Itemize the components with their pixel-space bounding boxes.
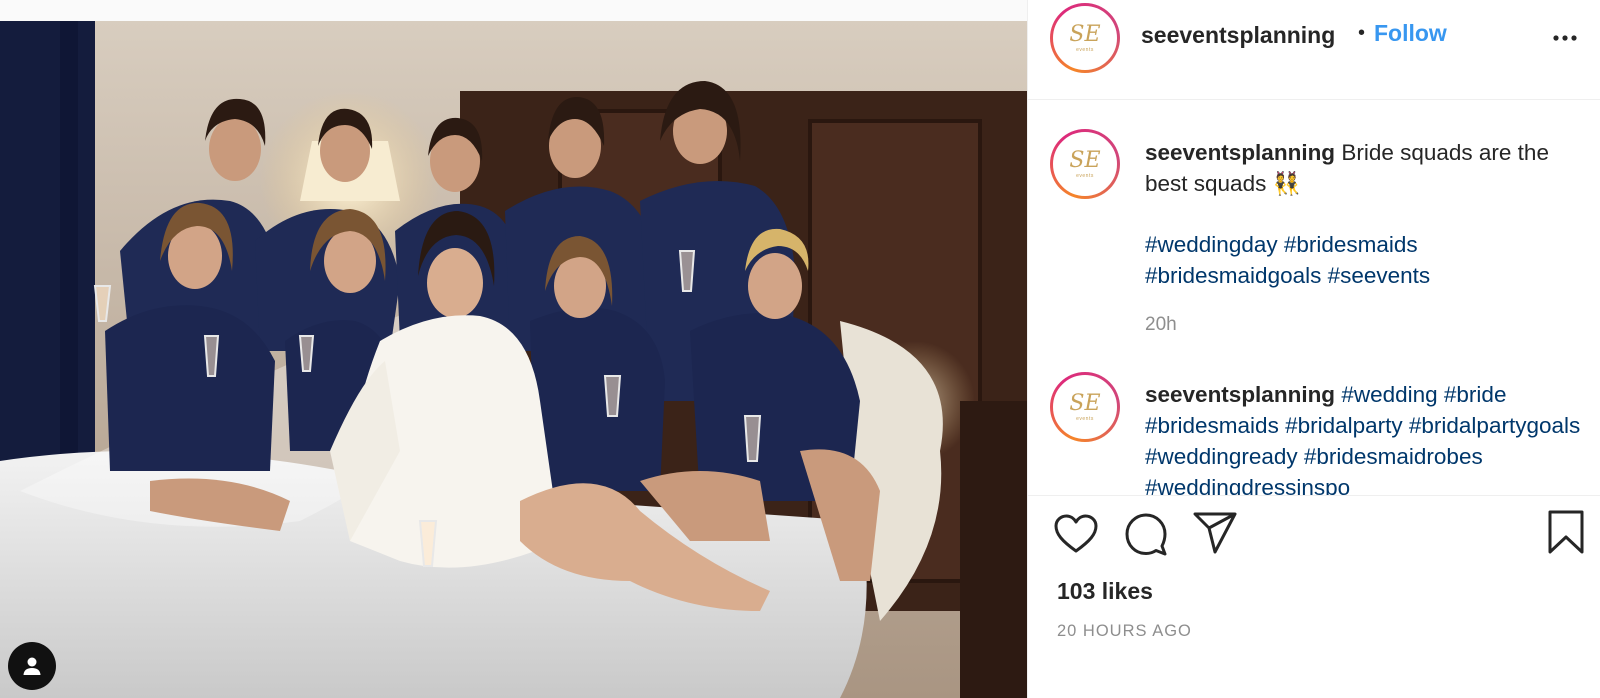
header-separator: • <box>1358 22 1366 44</box>
heart-icon[interactable] <box>1054 514 1098 554</box>
hashtag-comment-text: seeventsplanning #wedding #bride #brides… <box>1145 379 1590 495</box>
post-photo[interactable] <box>0 21 1027 698</box>
user-tag-icon <box>23 657 41 675</box>
follow-button[interactable]: Follow <box>1374 20 1447 47</box>
author-username[interactable]: seeventsplanning <box>1141 22 1335 49</box>
author-avatar[interactable]: SE events <box>1050 3 1120 73</box>
post-actions: 103 likes 20 HOURS AGO <box>1028 495 1600 698</box>
avatar-logo: SE <box>1069 21 1101 47</box>
avatar-logo: SE <box>1069 147 1101 173</box>
post-side-panel: SE events seeventsplanning • Follow SE e… <box>1027 0 1600 698</box>
paper-plane-icon[interactable] <box>1193 512 1237 554</box>
comment-username[interactable]: seeventsplanning <box>1145 140 1335 165</box>
hashtag-comment: SE events seeventsplanning #wedding #bri… <box>1028 361 1600 495</box>
comment-avatar[interactable]: SE events <box>1050 129 1120 199</box>
caption-text: seeventsplanning Bride squads are the be… <box>1145 137 1590 199</box>
more-options-icon[interactable] <box>1550 28 1580 48</box>
avatar-subtitle: events <box>1076 46 1094 53</box>
bookmark-icon[interactable] <box>1547 510 1585 554</box>
user-tag-button[interactable] <box>8 642 56 690</box>
caption-comment: SE events seeventsplanning Bride squads … <box>1028 101 1600 361</box>
avatar-logo: SE <box>1069 390 1101 416</box>
comment-username[interactable]: seeventsplanning <box>1145 382 1335 407</box>
caption-hashtags[interactable]: #weddingday #bridesmaids #bridesmaidgoal… <box>1145 229 1590 291</box>
comment-bubble-icon[interactable] <box>1124 512 1168 556</box>
post-header: SE events seeventsplanning • Follow <box>1028 0 1600 100</box>
bridal-party-photo <box>0 21 1027 698</box>
comments-list[interactable]: SE events seeventsplanning Bride squads … <box>1028 101 1600 495</box>
avatar-subtitle: events <box>1076 415 1094 422</box>
comment-time[interactable]: 20h <box>1145 314 1177 336</box>
avatar-subtitle: events <box>1076 172 1094 179</box>
likes-count[interactable]: 103 likes <box>1057 578 1153 605</box>
post-timestamp[interactable]: 20 HOURS AGO <box>1057 622 1192 641</box>
comment-avatar[interactable]: SE events <box>1050 372 1120 442</box>
top-strip <box>0 0 1027 21</box>
